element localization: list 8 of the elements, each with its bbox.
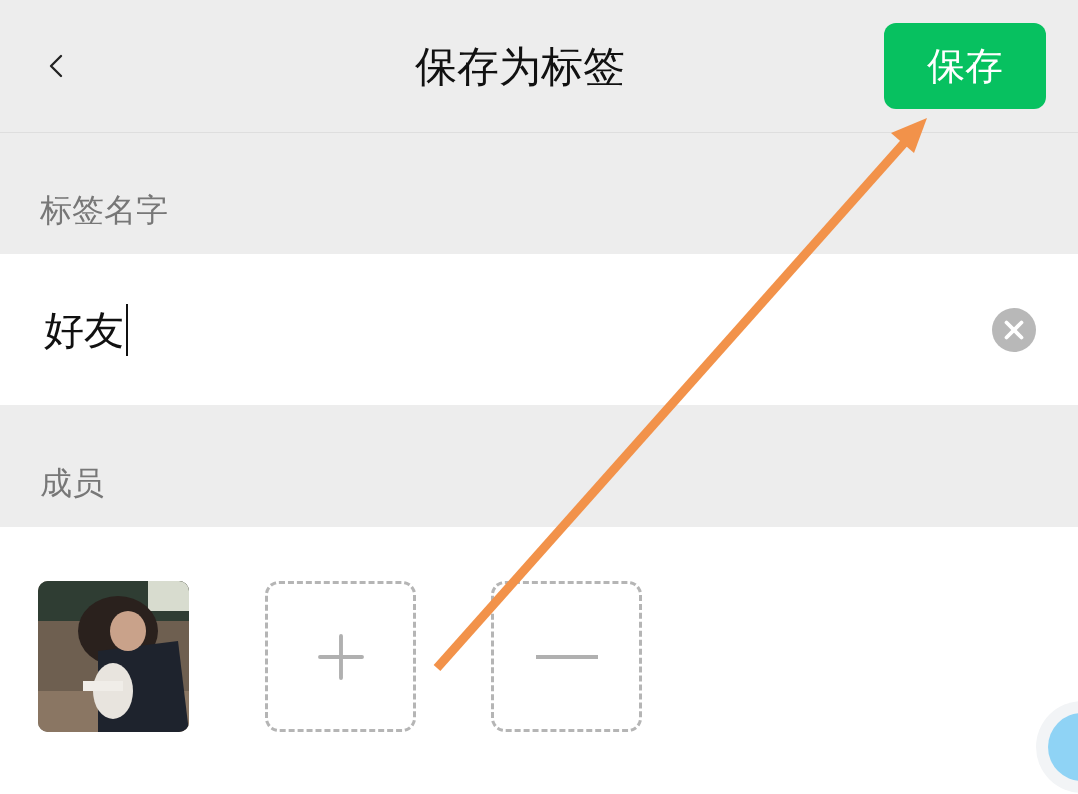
name-input-field[interactable]: 好友 [44, 299, 128, 360]
minus-icon [535, 654, 598, 659]
section-label: 成员 [40, 463, 104, 504]
page-title: 保存为标签 [415, 40, 625, 93]
section-label: 标签名字 [40, 190, 168, 231]
clear-button[interactable] [992, 307, 1036, 352]
add-member-button[interactable] [265, 581, 416, 732]
remove-member-button[interactable] [491, 581, 642, 732]
